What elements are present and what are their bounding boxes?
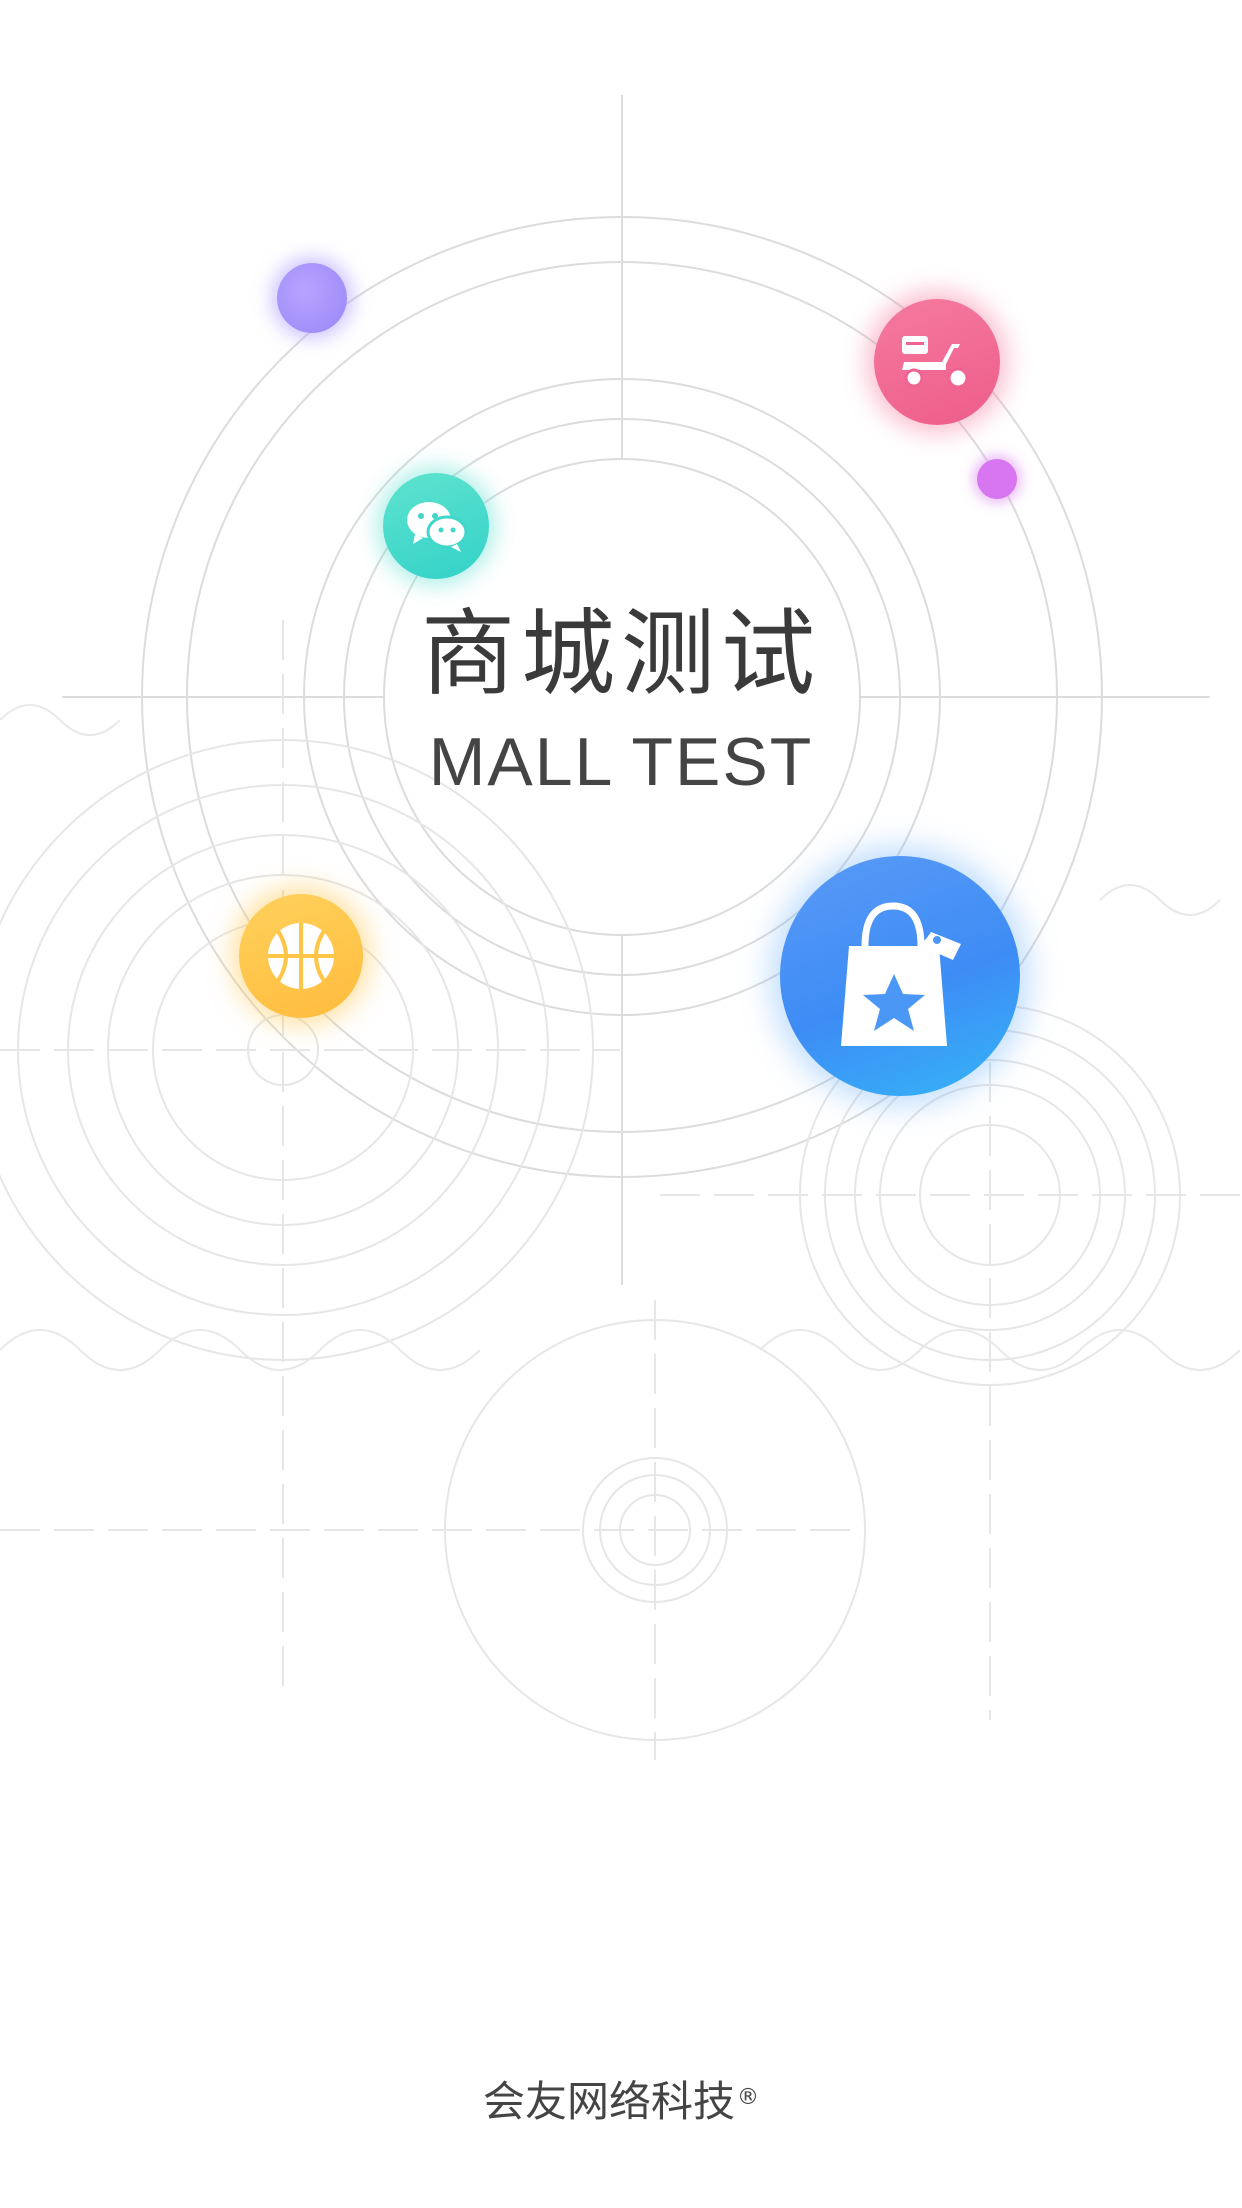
wechat-icon [407,502,468,552]
shopping-bag-star-icon [841,902,961,1046]
app-title-english: MALL TEST [428,724,814,800]
delivery-bubble [874,299,1000,425]
company-footer: 会友网络科技® [371,2074,871,2130]
app-title-chinese: 商城测试 [420,600,821,709]
purple-dot [277,263,347,333]
wechat-bubble [383,473,489,579]
app-title-block: 商城测试 MALL TEST [371,600,871,800]
basketball-icon [268,923,334,989]
shop-bubble [780,856,1020,1096]
basketball-bubble [239,894,363,1018]
registered-trademark-mark: ® [737,2085,759,2110]
background-gear-art [0,95,1242,1760]
magenta-dot [977,459,1017,499]
company-name: 会友网络科技 [482,2077,735,2126]
delivery-scooter-icon [902,336,969,389]
splash-screen: 商城测试 MALL TEST 会友网络科技® [0,0,1242,2208]
